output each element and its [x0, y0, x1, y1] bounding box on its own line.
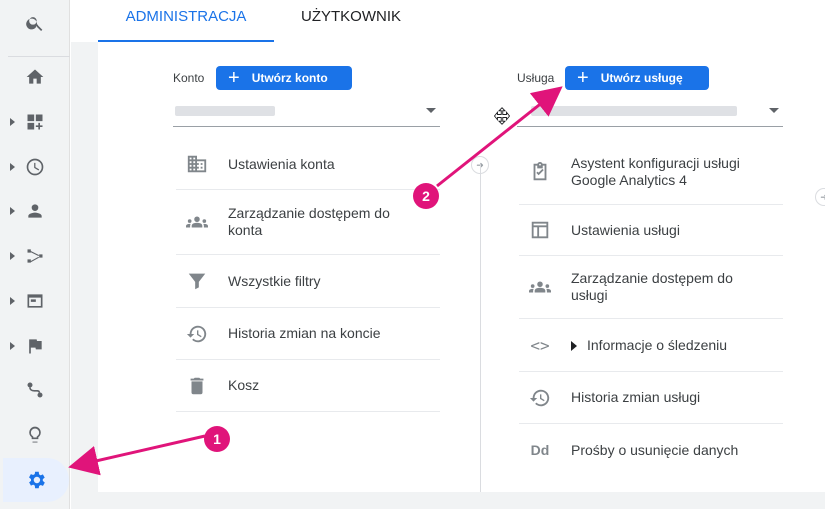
account-selector[interactable]	[173, 97, 440, 127]
create-property-button[interactable]: + Utwórz usługę	[565, 66, 709, 90]
menu-item-label: Ustawienia konta	[228, 155, 335, 172]
menu-item-account-access[interactable]: Zarządzanie dostępem do konta	[176, 190, 440, 255]
menu-item-account-history[interactable]: Historia zmian na koncie	[176, 308, 440, 360]
create-account-label: Utwórz konto	[251, 71, 328, 85]
menu-item-label: Zarządzanie dostępem do usługi	[571, 270, 733, 303]
dashboard-customize-icon[interactable]	[0, 102, 70, 142]
tab-uzytkownik[interactable]: UŻYTKOWNIK	[286, 0, 416, 42]
blurred-account-name	[175, 106, 275, 116]
menu-item-account-settings[interactable]: Ustawienia konta	[176, 139, 440, 190]
menu-item-label: Informacje o śledzeniu	[571, 337, 727, 354]
flag-icon[interactable]	[0, 326, 70, 366]
menu-item-label: Zarządzanie dostępem do konta	[228, 205, 390, 238]
annotation-badge-1: 1	[204, 426, 230, 452]
blurred-property-name	[531, 106, 737, 116]
menu-item-label: Wszystkie filtry	[228, 272, 321, 289]
menu-item-label: Historia zmian usługi	[571, 389, 701, 405]
left-nav	[0, 0, 70, 509]
column-divider	[480, 165, 481, 492]
menu-item-all-filters[interactable]: Wszystkie filtry	[176, 255, 440, 308]
top-tabs: ADMINISTRACJA UŻYTKOWNIK	[71, 0, 825, 42]
menu-item-label: Kosz	[228, 377, 260, 393]
web-icon[interactable]	[0, 281, 70, 321]
plus-icon: +	[577, 67, 589, 89]
home-icon[interactable]	[0, 57, 70, 97]
menu-item-property-access[interactable]: Zarządzanie dostępem do usługi	[519, 256, 783, 319]
menu-item-label: Ustawienia usługi	[571, 221, 680, 238]
annotation-badge-2: 2	[413, 183, 439, 209]
expand-triangle-icon	[571, 340, 577, 351]
history-icon	[184, 321, 210, 347]
create-account-button[interactable]: + Utwórz konto	[216, 66, 352, 90]
building-icon	[184, 151, 210, 177]
route-icon[interactable]	[0, 370, 70, 410]
menu-item-ga4-setup-assistant[interactable]: Asystent konfiguracji usługi Google Anal…	[519, 139, 783, 205]
people-icon	[184, 209, 210, 235]
code-icon: <>	[530, 335, 550, 355]
clipboard-check-icon	[527, 159, 553, 185]
admin-settings-button[interactable]	[3, 458, 69, 502]
account-label: Konto	[173, 71, 205, 85]
menu-item-property-history[interactable]: Historia zmian usługi	[519, 372, 783, 424]
lightbulb-icon[interactable]	[0, 415, 70, 455]
menu-item-property-settings[interactable]: Ustawienia usługi	[519, 205, 783, 256]
property-label: Usługa	[517, 71, 555, 85]
dropdown-arrow-icon	[426, 108, 436, 113]
person-icon[interactable]	[0, 191, 70, 231]
menu-item-label: Historia zmian na koncie	[228, 325, 381, 341]
trash-icon	[184, 373, 210, 399]
menu-item-trash[interactable]: Kosz	[176, 360, 440, 412]
plus-icon: +	[228, 67, 240, 89]
dropdown-arrow-icon	[769, 108, 779, 113]
history-icon	[527, 385, 553, 411]
layout-icon	[527, 217, 553, 243]
dd-icon: Dd	[530, 442, 550, 458]
tab-administracja[interactable]: ADMINISTRACJA	[98, 0, 274, 42]
menu-item-label: Prośby o usunięcie danych	[571, 441, 739, 458]
filter-icon	[184, 268, 210, 294]
gear-icon	[29, 471, 45, 489]
property-selector[interactable]	[517, 97, 783, 127]
create-property-label: Utwórz usługę	[600, 71, 683, 85]
move-cursor-icon	[493, 107, 511, 125]
menu-item-label: Asystent konfiguracji usługi Google Anal…	[571, 154, 740, 188]
clock-icon[interactable]	[0, 147, 70, 187]
menu-item-tracking-info[interactable]: <> Informacje o śledzeniu	[519, 319, 783, 372]
search-icon[interactable]	[0, 3, 70, 43]
people-icon	[527, 274, 553, 300]
menu-item-data-deletion[interactable]: Dd Prośby o usunięcie danych	[519, 424, 783, 476]
flow-icon[interactable]	[0, 236, 70, 276]
